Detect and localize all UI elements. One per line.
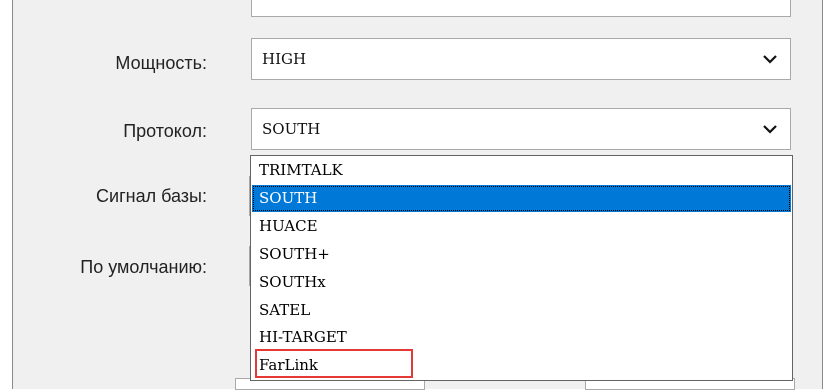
power-value: HIGH — [262, 50, 307, 68]
option-hi-target[interactable]: HI-TARGET — [252, 324, 791, 351]
option-satel[interactable]: SATEL — [252, 297, 791, 324]
option-south-plus[interactable]: SOUTH+ — [252, 241, 791, 268]
protocol-value: SOUTH — [262, 120, 321, 138]
default-label: По умолчанию: — [80, 257, 207, 277]
settings-panel: Мощность: HIGH Протокол: SOUTH Сигнал ба… — [12, 0, 823, 390]
option-south[interactable]: SOUTH — [252, 185, 791, 212]
chevron-down-icon — [763, 125, 777, 134]
option-trimtalk[interactable]: TRIMTALK — [252, 157, 791, 184]
option-southx[interactable]: SOUTHx — [252, 269, 791, 296]
power-select[interactable]: HIGH — [251, 38, 791, 80]
protocol-label: Протокол: — [123, 121, 207, 141]
chevron-down-icon — [763, 55, 777, 64]
base-signal-label: Сигнал базы: — [96, 186, 207, 206]
option-farlink[interactable]: FarLink — [252, 352, 791, 379]
power-label: Мощность: — [115, 53, 207, 73]
protocol-select[interactable]: SOUTH — [251, 108, 791, 150]
protocol-dropdown-list[interactable]: TRIMTALK SOUTH HUACE SOUTH+ SOUTHx SATEL… — [250, 155, 793, 381]
previous-field[interactable] — [251, 0, 791, 17]
option-huace[interactable]: HUACE — [252, 213, 791, 240]
